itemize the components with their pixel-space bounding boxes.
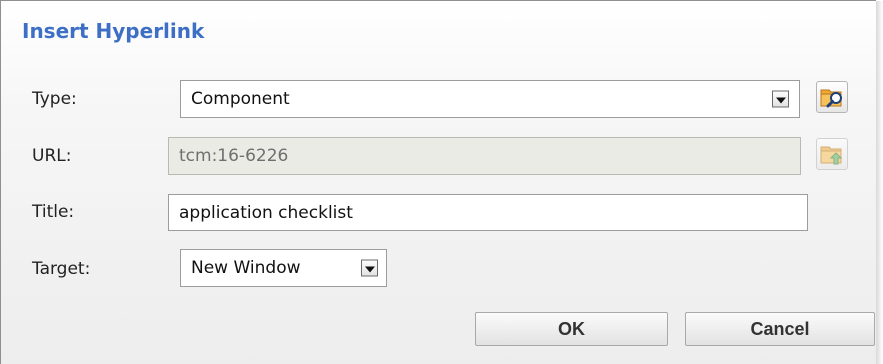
chevron-down-icon[interactable] [361, 259, 378, 277]
url-label: URL: [32, 146, 72, 166]
browse-button[interactable] [816, 81, 848, 113]
upload-button [816, 138, 848, 170]
url-field-value: tcm:16-6226 [179, 146, 289, 166]
target-label: Target: [32, 259, 91, 279]
cancel-button[interactable]: Cancel [685, 312, 875, 346]
target-select[interactable]: New Window [180, 249, 387, 287]
url-field: tcm:16-6226 [168, 137, 801, 175]
title-input[interactable]: application checklist [168, 194, 808, 231]
title-input-value: application checklist [179, 202, 353, 223]
type-label: Type: [32, 89, 77, 109]
insert-hyperlink-dialog: Insert Hyperlink Type: Component URL: tc… [0, 0, 883, 364]
type-select[interactable]: Component [180, 80, 800, 118]
chevron-down-icon[interactable] [772, 90, 789, 108]
dialog-title: Insert Hyperlink [22, 19, 205, 43]
type-select-value: Component [191, 89, 290, 109]
target-select-value: New Window [191, 258, 301, 278]
ok-button[interactable]: OK [475, 312, 668, 346]
title-label: Title: [32, 202, 75, 222]
folder-upload-icon [820, 146, 843, 165]
folder-search-icon [820, 89, 842, 108]
